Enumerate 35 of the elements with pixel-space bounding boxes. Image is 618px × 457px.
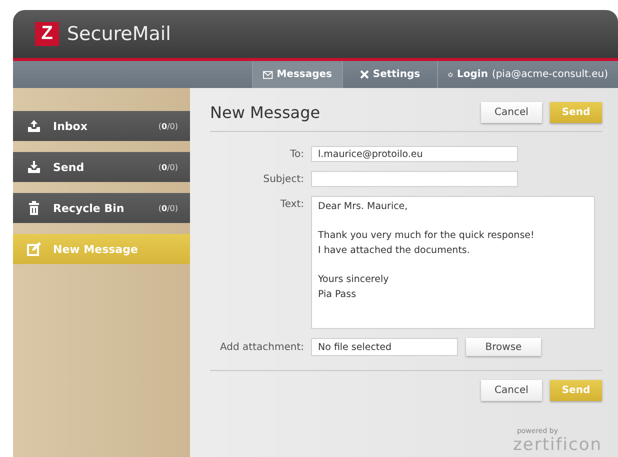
account-email: (pia@acme-consult.eu) bbox=[492, 69, 608, 80]
sidebar-item[interactable]: Recycle Bin (0/0) bbox=[13, 193, 190, 223]
app-title: SecureMail bbox=[67, 23, 171, 45]
nav-label: Login bbox=[456, 69, 488, 80]
subject-label: Subject: bbox=[262, 173, 304, 187]
sidebar-label: Inbox bbox=[53, 120, 88, 132]
to-field[interactable]: l.maurice@protoilo.eu bbox=[311, 146, 518, 162]
attachment-label: Add attachment: bbox=[219, 341, 304, 355]
sidebar-item[interactable]: Inbox (0/0) bbox=[13, 111, 190, 141]
page-title: New Message bbox=[210, 103, 322, 122]
trash-icon bbox=[27, 201, 41, 215]
sidebar-label: Recycle Bin bbox=[53, 202, 126, 214]
text-label: Text: bbox=[279, 198, 304, 212]
power-icon bbox=[448, 70, 453, 79]
envelope-icon bbox=[263, 70, 273, 78]
nav-label: Settings bbox=[372, 69, 420, 80]
attachment-field[interactable]: No file selected bbox=[311, 338, 458, 356]
tray-upload-icon bbox=[27, 119, 41, 133]
tray-download-icon bbox=[27, 160, 41, 174]
logo: Z bbox=[35, 22, 59, 46]
sidebar-item[interactable]: Send (0/0) bbox=[13, 152, 190, 182]
message-count: (0/0) bbox=[158, 162, 178, 172]
message-count: (0/0) bbox=[158, 204, 178, 212]
subject-field[interactable] bbox=[311, 171, 518, 187]
browse-button[interactable]: Browse bbox=[466, 338, 541, 356]
message-text-field[interactable]: Dear Mrs. Maurice, Thank you very much for the quick response! I have attached the documents. Yours sincerely Pia Pass bbox=[311, 196, 595, 329]
message-count: (0/0) bbox=[158, 122, 178, 130]
cancel-button[interactable]: Cancel bbox=[481, 102, 542, 123]
edit-icon bbox=[27, 242, 41, 256]
brand-logo: zertificon bbox=[513, 435, 602, 455]
to-label: To: bbox=[289, 148, 304, 162]
nav-label: Messages bbox=[276, 69, 332, 80]
sidebar-label: New Message bbox=[53, 242, 139, 256]
sidebar-label: Send bbox=[53, 160, 86, 174]
cancel-button[interactable]: Cancel bbox=[481, 380, 542, 401]
